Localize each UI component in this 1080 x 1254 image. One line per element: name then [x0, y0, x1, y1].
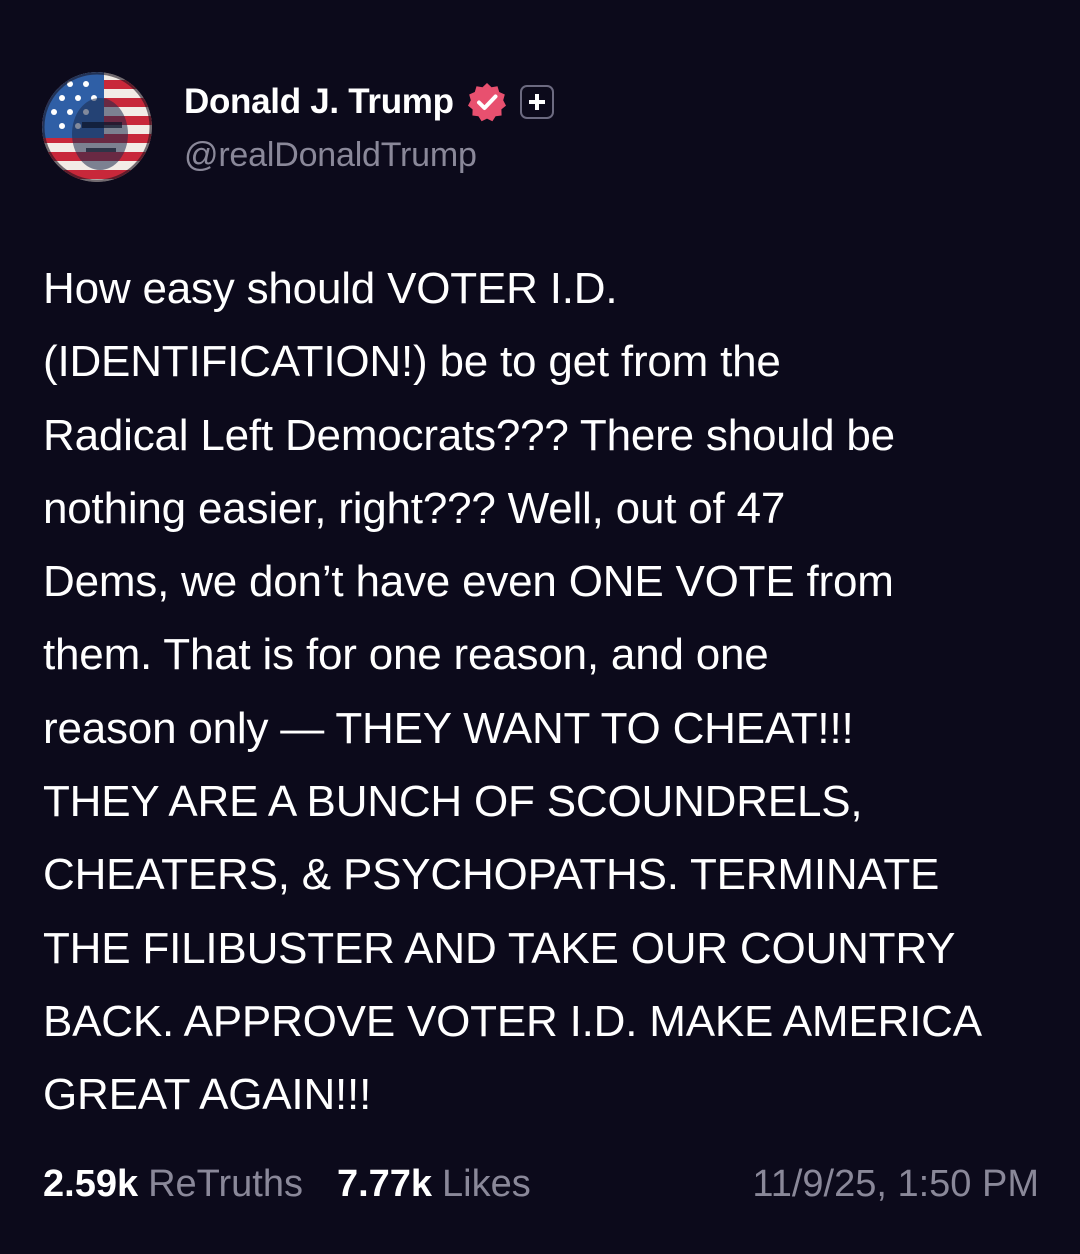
plus-badge-icon [519, 85, 554, 119]
author-display-name[interactable]: Donald J. Trump [184, 82, 454, 122]
verified-badge-icon [466, 81, 508, 123]
retruths-stat[interactable]: 2.59k ReTruths [43, 1163, 303, 1206]
avatar-image [42, 72, 152, 182]
post-timestamp: 11/9/25, 1:50 PM [752, 1162, 1039, 1205]
post-body-text: How easy should VOTER I.D. (IDENTIFICATI… [43, 264, 982, 1120]
name-row: Donald J. Trump [184, 78, 554, 126]
likes-count: 7.77k [336, 1162, 433, 1205]
retruths-label: ReTruths [148, 1162, 303, 1205]
author-handle[interactable]: @realDonaldTrump [184, 136, 554, 175]
truth-post: Donald J. Trump @realDonaldTrump How eas… [0, 0, 1080, 1254]
post-header: Donald J. Trump @realDonaldTrump [42, 72, 554, 182]
avatar[interactable] [42, 72, 152, 182]
likes-stat[interactable]: 7.77k Likes [337, 1163, 531, 1206]
retruths-count: 2.59k [43, 1162, 139, 1205]
author-identity: Donald J. Trump @realDonaldTrump [184, 78, 554, 175]
likes-label: Likes [442, 1162, 531, 1205]
post-footer: 2.59k ReTruths 7.77k Likes 11/9/25, 1:50… [43, 1156, 1039, 1212]
